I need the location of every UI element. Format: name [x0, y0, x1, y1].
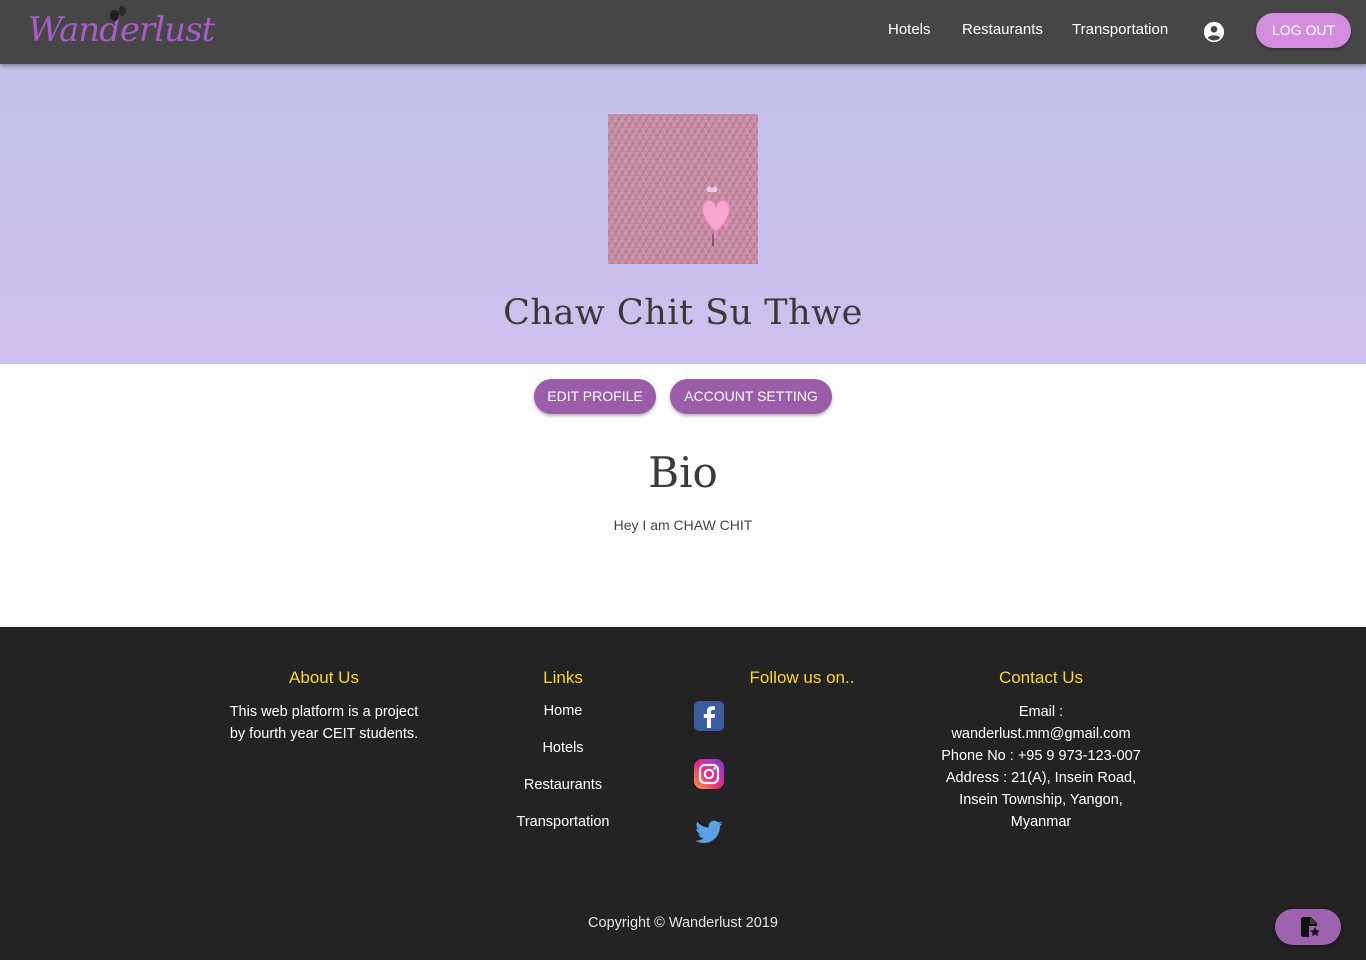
contact-email: wanderlust.mm@gmail.com [951, 726, 1131, 742]
instagram-icon[interactable] [694, 759, 724, 789]
bio-text: Hey I am CHAW CHIT [613, 517, 753, 533]
footer-link-transportation[interactable]: Transportation [463, 814, 663, 830]
contact-email-label: Email : [1018, 704, 1064, 720]
copyright-text: Copyright © Wanderlust 2019 [588, 915, 778, 931]
instagram-icon [698, 763, 720, 785]
nav-link-hotels[interactable]: Hotels [888, 21, 931, 38]
bio-heading: Bio [648, 448, 718, 497]
contact-address-line: Address : 21(A), Insein Road, [945, 770, 1137, 786]
top-navbar: Wanderlust Hotels Restaurants Transporta… [0, 0, 1366, 64]
footer-about-heading: About Us [289, 668, 359, 687]
about-line: by fourth year CEIT students. [229, 726, 419, 742]
nav-link-restaurants[interactable]: Restaurants [962, 21, 1043, 38]
about-line: This web platform is a project [229, 704, 419, 720]
footer-follow-heading: Follow us on.. [749, 668, 855, 687]
file-star-icon [1301, 917, 1320, 937]
wanderlust-logo[interactable]: Wanderlust [28, 6, 215, 58]
footer-contact-text: Email : wanderlust.mm@gmail.com Phone No… [916, 701, 1166, 833]
footer-about-text: This web platform is a project by fourth… [214, 701, 434, 745]
footer-links-heading: Links [543, 668, 583, 687]
footer-link-hotels[interactable]: Hotels [463, 740, 663, 756]
contact-address-line: Myanmar [1010, 814, 1072, 830]
twitter-icon [695, 820, 723, 844]
logo-balloon-icon [118, 6, 126, 16]
nav-link-transportation[interactable]: Transportation [1072, 21, 1168, 38]
heart-decoration-icon [701, 186, 731, 246]
account-setting-button[interactable]: ACCOUNT SETTING [670, 379, 832, 414]
footer-link-home[interactable]: Home [463, 703, 663, 719]
page-footer: About Us This web platform is a project … [0, 627, 1366, 960]
profile-avatar [608, 114, 758, 264]
contact-address-line: Insein Township, Yangon, [959, 792, 1123, 808]
logout-button[interactable]: LOG OUT [1256, 13, 1351, 48]
edit-profile-button[interactable]: EDIT PROFILE [534, 379, 656, 414]
contact-phone: Phone No : +95 9 973-123-007 [941, 748, 1141, 764]
profile-header: Chaw Chit Su Thwe [0, 64, 1366, 364]
twitter-icon[interactable] [694, 817, 724, 847]
logo-text: Wanderlust [28, 10, 215, 50]
floating-action-button[interactable] [1275, 909, 1341, 945]
profile-name: Chaw Chit Su Thwe [503, 293, 863, 333]
facebook-icon[interactable] [694, 701, 724, 731]
facebook-icon [703, 706, 715, 728]
account-circle-icon[interactable] [1203, 21, 1225, 43]
footer-link-restaurants[interactable]: Restaurants [463, 777, 663, 793]
footer-contact-heading: Contact Us [998, 668, 1084, 687]
